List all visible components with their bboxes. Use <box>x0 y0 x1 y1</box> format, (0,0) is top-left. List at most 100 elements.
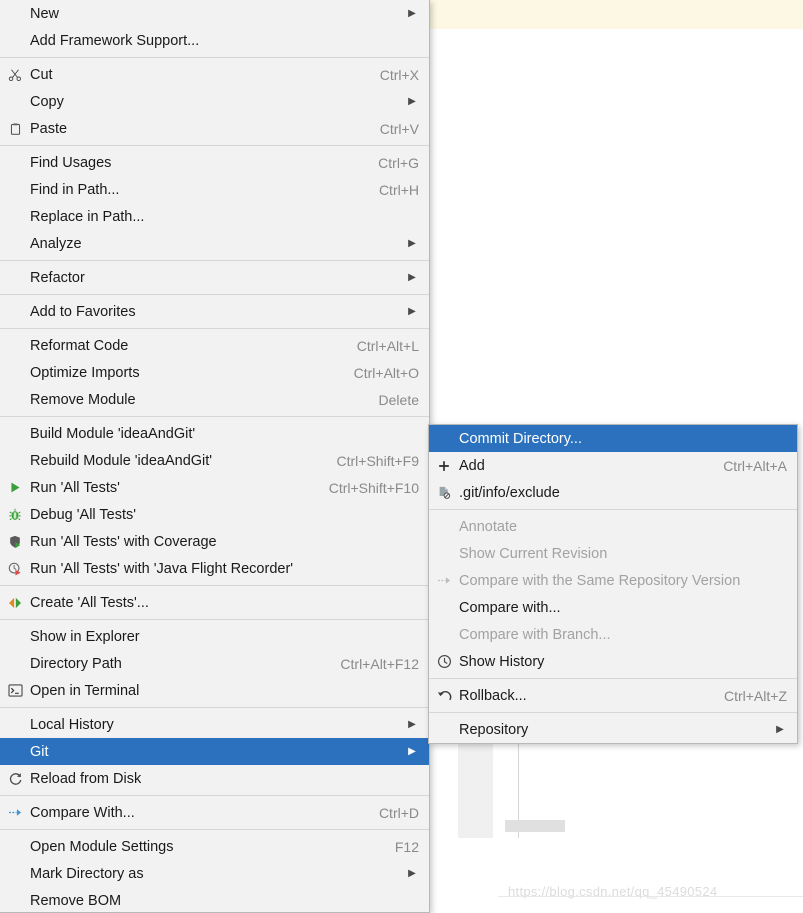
menu-item-shortcut: Ctrl+Alt+F12 <box>340 655 419 672</box>
menu-item-annotate: Annotate <box>429 513 797 540</box>
menu-item-label: Directory Path <box>30 655 122 672</box>
menu-item-find-in-path[interactable]: Find in Path... Ctrl+H <box>0 176 429 203</box>
menu-item-icon-slot <box>429 594 459 621</box>
menu-item-icon-slot <box>0 711 30 738</box>
menu-item-shortcut: Ctrl+H <box>378 181 419 198</box>
menu-item-refactor[interactable]: Refactor ▶ <box>0 264 429 291</box>
menu-item-label: Open in Terminal <box>30 682 140 699</box>
compare-icon <box>0 799 30 826</box>
submenu-arrow-icon: ▶ <box>776 724 784 735</box>
menu-item-icon-slot <box>0 298 30 325</box>
menu-item-find-usages[interactable]: Find Usages Ctrl+G <box>0 149 429 176</box>
menu-item-icon-slot <box>0 149 30 176</box>
editor-horizontal-scrollbar[interactable] <box>505 820 565 832</box>
menu-item-reformat-code[interactable]: Reformat Code Ctrl+Alt+L <box>0 332 429 359</box>
menu-item-icon-slot <box>0 650 30 677</box>
menu-item-label: Create 'All Tests'... <box>30 594 149 611</box>
menu-item-add[interactable]: Add Ctrl+Alt+A <box>429 452 797 479</box>
menu-item-label: Local History <box>30 716 114 733</box>
menu-item-label: Run 'All Tests' with 'Java Flight Record… <box>30 560 294 577</box>
menu-item-label: Compare with the Same Repository Version <box>459 572 741 589</box>
menu-item-repository[interactable]: Repository ▶ <box>429 716 797 743</box>
menu-item-open-module-settings[interactable]: Open Module Settings F12 <box>0 833 429 860</box>
coverage-icon <box>0 528 30 555</box>
menu-item-run-with-coverage[interactable]: Run 'All Tests' with Coverage <box>0 528 429 555</box>
menu-item-label: New <box>30 5 60 22</box>
menu-item-create-all-tests[interactable]: Create 'All Tests'... <box>0 589 429 616</box>
menu-item-reload-from-disk[interactable]: Reload from Disk <box>0 765 429 792</box>
menu-separator <box>0 260 429 261</box>
menu-item-compare-with[interactable]: Compare with... <box>429 594 797 621</box>
menu-item-icon-slot <box>0 27 30 54</box>
menu-separator <box>0 145 429 146</box>
menu-item-icon-slot <box>429 716 459 743</box>
menu-item-build-module[interactable]: Build Module 'ideaAndGit' <box>0 420 429 447</box>
menu-item-replace-in-path[interactable]: Replace in Path... <box>0 203 429 230</box>
menu-item-label: Compare with... <box>459 599 561 616</box>
menu-item-new[interactable]: New ▶ <box>0 0 429 27</box>
menu-item-open-in-terminal[interactable]: Open in Terminal <box>0 677 429 704</box>
menu-item-analyze[interactable]: Analyze ▶ <box>0 230 429 257</box>
menu-item-git[interactable]: Git ▶ <box>0 738 429 765</box>
menu-item-label: Remove BOM <box>30 892 122 909</box>
menu-item-shortcut: Ctrl+Alt+A <box>723 457 787 474</box>
run-icon <box>0 474 30 501</box>
menu-item-compare-same-repo: Compare with the Same Repository Version <box>429 567 797 594</box>
menu-item-rollback[interactable]: Rollback... Ctrl+Alt+Z <box>429 682 797 709</box>
menu-item-icon-slot <box>429 540 459 567</box>
submenu-arrow-icon: ▶ <box>408 272 416 283</box>
menu-item-compare-with[interactable]: Compare With... Ctrl+D <box>0 799 429 826</box>
git-submenu[interactable]: Commit Directory... Add Ctrl+Alt+A .git/inf… <box>428 424 798 744</box>
menu-separator <box>0 57 429 58</box>
compare-icon <box>429 567 459 594</box>
menu-item-icon-slot <box>0 738 30 765</box>
menu-separator <box>0 328 429 329</box>
menu-item-label: Paste <box>30 120 68 137</box>
menu-item-rebuild-module[interactable]: Rebuild Module 'ideaAndGit' Ctrl+Shift+F9 <box>0 447 429 474</box>
menu-separator <box>429 509 797 510</box>
submenu-arrow-icon: ▶ <box>408 746 416 757</box>
menu-item-add-framework-support[interactable]: Add Framework Support... <box>0 27 429 54</box>
menu-item-shortcut: Ctrl+Shift+F9 <box>336 452 419 469</box>
menu-item-optimize-imports[interactable]: Optimize Imports Ctrl+Alt+O <box>0 359 429 386</box>
menu-item-commit-directory[interactable]: Commit Directory... <box>429 425 797 452</box>
watermark-rule <box>498 896 803 897</box>
menu-item-mark-directory-as[interactable]: Mark Directory as ▶ <box>0 860 429 887</box>
menu-item-local-history[interactable]: Local History ▶ <box>0 711 429 738</box>
menu-item-cut[interactable]: Cut Ctrl+X <box>0 61 429 88</box>
menu-item-label: Copy <box>30 93 64 110</box>
menu-item-label: Add <box>459 457 485 474</box>
menu-item-copy[interactable]: Copy ▶ <box>0 88 429 115</box>
menu-separator <box>0 416 429 417</box>
menu-item-label: Repository <box>459 721 529 738</box>
menu-item-directory-path[interactable]: Directory Path Ctrl+Alt+F12 <box>0 650 429 677</box>
menu-item-run-with-jfr[interactable]: Run 'All Tests' with 'Java Flight Record… <box>0 555 429 582</box>
menu-item-icon-slot <box>0 447 30 474</box>
menu-item-show-history[interactable]: Show History <box>429 648 797 675</box>
menu-item-label: Refactor <box>30 269 85 286</box>
plus-icon <box>429 452 459 479</box>
menu-item-icon-slot <box>0 386 30 413</box>
menu-item-icon-slot <box>0 88 30 115</box>
project-view-context-menu[interactable]: New ▶ Add Framework Support... Cut Ctrl+X Cop… <box>0 0 430 913</box>
menu-item-icon-slot <box>0 887 30 912</box>
menu-item-icon-slot <box>429 425 459 452</box>
menu-item-label: Show Current Revision <box>459 545 608 562</box>
menu-item-shortcut: Ctrl+V <box>379 120 419 137</box>
menu-item-run-all-tests[interactable]: Run 'All Tests' Ctrl+Shift+F10 <box>0 474 429 501</box>
menu-item-label: Find in Path... <box>30 181 120 198</box>
menu-item-icon-slot <box>0 264 30 291</box>
menu-item-icon-slot <box>429 621 459 648</box>
menu-item-paste[interactable]: Paste Ctrl+V <box>0 115 429 142</box>
menu-item-add-to-favorites[interactable]: Add to Favorites ▶ <box>0 298 429 325</box>
menu-item-remove-module[interactable]: Remove Module Delete <box>0 386 429 413</box>
menu-item-debug-all-tests[interactable]: Debug 'All Tests' <box>0 501 429 528</box>
menu-item-label: Replace in Path... <box>30 208 145 225</box>
menu-item-shortcut: Ctrl+G <box>378 154 419 171</box>
menu-item-show-in-explorer[interactable]: Show in Explorer <box>0 623 429 650</box>
menu-item-remove-bom[interactable]: Remove BOM <box>0 887 429 912</box>
flight-recorder-icon <box>0 555 30 582</box>
menu-item-git-info-exclude[interactable]: .git/info/exclude <box>429 479 797 506</box>
menu-item-label: .git/info/exclude <box>459 484 560 501</box>
menu-item-shortcut: Ctrl+Alt+Z <box>723 687 787 704</box>
